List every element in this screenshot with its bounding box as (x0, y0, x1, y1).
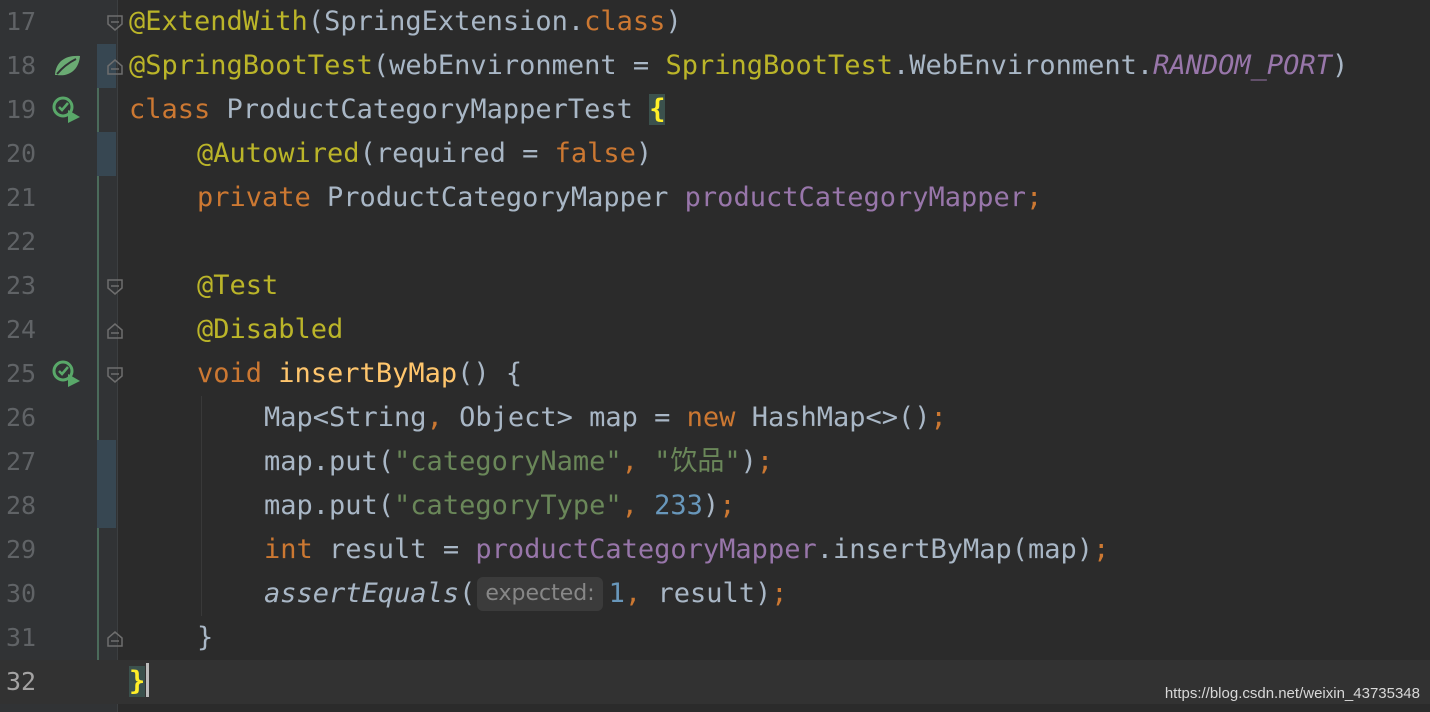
code-line-17[interactable]: 17 @ExtendWith(SpringExtension.class) (0, 0, 1430, 44)
code-line-27[interactable]: 27 map.put("categoryName", "饮品"); (0, 440, 1430, 484)
code-text[interactable]: class ProductCategoryMapperTest { (129, 88, 666, 132)
code-text[interactable]: map.put("categoryName", "饮品"); (264, 440, 773, 484)
line-number: 30 (6, 579, 37, 608)
matched-brace: { (649, 94, 666, 125)
code-text[interactable]: Map<String, Object> map = new HashMap<>(… (264, 396, 947, 440)
line-number: 25 (6, 359, 37, 388)
line-number: 20 (6, 139, 37, 168)
code-text[interactable]: assertEquals(expected: 1, result); (264, 572, 788, 616)
code-editor[interactable]: 17 @ExtendWith(SpringExtension.class) 18… (0, 0, 1430, 712)
code-text[interactable]: } (129, 660, 150, 704)
line-number: 21 (6, 183, 37, 212)
line-number: 18 (6, 51, 37, 80)
code-text[interactable]: @Autowired(required = false) (197, 132, 652, 176)
code-line-20[interactable]: 20 @Autowired(required = false) (0, 132, 1430, 176)
line-number: 27 (6, 447, 37, 476)
line-number: 19 (6, 95, 37, 124)
line-number: 26 (6, 403, 37, 432)
line-number: 17 (6, 7, 37, 36)
code-text[interactable]: @SpringBootTest(webEnvironment = SpringB… (129, 44, 1348, 88)
code-line-19[interactable]: 19 class ProductCategoryMapperTest { (0, 88, 1430, 132)
code-line-28[interactable]: 28 map.put("categoryType", 233); (0, 484, 1430, 528)
vcs-modified-marker (97, 484, 116, 528)
text-caret (146, 663, 150, 697)
code-text[interactable]: void insertByMap() { (197, 352, 522, 396)
code-line-18[interactable]: 18 @SpringBootTest(webEnvironment = Spri… (0, 44, 1430, 88)
line-number: 23 (6, 271, 37, 300)
fold-icon[interactable] (106, 322, 124, 340)
line-number: 28 (6, 491, 37, 520)
matched-brace: } (129, 666, 146, 697)
code-line-25[interactable]: 25 void insertByMap() { (0, 352, 1430, 396)
fold-icon[interactable] (106, 14, 124, 32)
code-text[interactable]: int result = productCategoryMapper.inser… (264, 528, 1109, 572)
watermark: https://blog.csdn.net/weixin_43735348 (1164, 685, 1420, 702)
code-line-31[interactable]: 31 } (0, 616, 1430, 660)
run-test-icon[interactable] (52, 96, 82, 124)
line-number: 22 (6, 227, 37, 256)
fold-icon[interactable] (106, 278, 124, 296)
fold-icon[interactable] (106, 630, 124, 648)
spring-bean-icon[interactable] (52, 53, 82, 79)
fold-icon[interactable] (106, 366, 124, 384)
indent-guide (201, 396, 202, 616)
code-line-29[interactable]: 29 int result = productCategoryMapper.in… (0, 528, 1430, 572)
code-line-30[interactable]: 30 assertEquals(expected: 1, result); (0, 572, 1430, 616)
code-line-22[interactable]: 22 (0, 220, 1430, 264)
line-number: 31 (6, 623, 37, 652)
fold-icon[interactable] (106, 58, 124, 76)
code-text[interactable]: } (197, 616, 213, 660)
code-text[interactable]: @ExtendWith(SpringExtension.class) (129, 0, 682, 44)
vcs-modified-marker (97, 132, 116, 176)
line-number: 24 (6, 315, 37, 344)
line-number: 32 (6, 667, 37, 696)
code-line-23[interactable]: 23 @Test (0, 264, 1430, 308)
code-line-21[interactable]: 21 private ProductCategoryMapper product… (0, 176, 1430, 220)
code-line-26[interactable]: 26 Map<String, Object> map = new HashMap… (0, 396, 1430, 440)
vcs-modified-marker (97, 440, 116, 484)
code-text[interactable]: @Test (197, 264, 278, 308)
code-text[interactable]: private ProductCategoryMapper productCat… (197, 176, 1042, 220)
code-line-24[interactable]: 24 @Disabled (0, 308, 1430, 352)
code-text[interactable]: map.put("categoryType", 233); (264, 484, 735, 528)
parameter-hint: expected: (477, 577, 603, 611)
code-text[interactable]: @Disabled (197, 308, 343, 352)
line-number: 29 (6, 535, 37, 564)
run-test-icon[interactable] (52, 360, 82, 388)
